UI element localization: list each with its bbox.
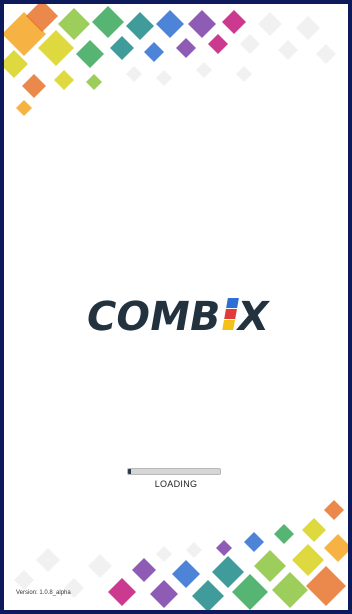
decor-diamond xyxy=(108,578,136,606)
decor-diamond xyxy=(86,74,102,90)
splash-screen: COMB X LOADING Version: 1.0.8_alpha xyxy=(0,0,352,614)
decor-diamond xyxy=(110,36,134,60)
decor-diamond xyxy=(126,12,154,40)
decor-diamond xyxy=(302,518,326,542)
decor-diamond xyxy=(172,560,200,588)
decor-diamond xyxy=(274,524,294,544)
decor-diamond xyxy=(54,70,74,90)
decor-diamond xyxy=(156,70,172,86)
decor-diamond xyxy=(278,40,298,60)
progress-bar-track xyxy=(127,468,221,475)
decor-diamond xyxy=(126,66,142,82)
decor-diamond xyxy=(216,540,232,556)
decor-diamond xyxy=(58,8,90,40)
decor-diamond xyxy=(196,62,212,78)
decor-diamond xyxy=(22,74,46,98)
decor-diamond xyxy=(244,532,264,552)
logo-block-blue xyxy=(226,298,239,308)
decor-diamond xyxy=(316,44,336,64)
decor-diamond xyxy=(292,544,324,576)
decor-diamond xyxy=(296,16,320,40)
decor-diamond xyxy=(76,40,104,68)
decor-diamond xyxy=(240,34,260,54)
decor-diamond xyxy=(272,572,308,608)
progress-bar-fill xyxy=(128,469,131,474)
decor-diamond xyxy=(236,66,252,82)
logo-block-yellow xyxy=(222,320,236,330)
loading-indicator: LOADING xyxy=(4,464,348,494)
decor-diamond xyxy=(324,500,344,520)
loading-label: LOADING xyxy=(154,479,198,489)
logo-block-red xyxy=(224,309,237,319)
decor-diamond xyxy=(186,542,202,558)
decor-diamond xyxy=(132,558,156,582)
decor-diamond xyxy=(254,550,286,582)
version-label: Version: 1.0.8_alpha xyxy=(16,590,71,596)
decor-diamond xyxy=(144,42,164,62)
decor-diamond xyxy=(258,12,282,36)
decor-diamond xyxy=(156,10,184,38)
combix-logo: COMB X xyxy=(4,286,348,346)
decor-diamond xyxy=(212,556,244,588)
decor-diamond xyxy=(156,546,172,562)
decor-diamond xyxy=(88,554,112,578)
decor-diamond xyxy=(36,548,60,572)
decor-diamond xyxy=(16,100,32,116)
top-decoration xyxy=(4,4,348,144)
decor-diamond xyxy=(92,6,124,38)
decor-diamond xyxy=(324,534,348,562)
decor-diamond xyxy=(192,580,224,610)
decor-diamond xyxy=(188,10,216,38)
logo-text-tail: X xyxy=(233,293,272,340)
decor-diamond xyxy=(14,570,34,590)
decor-diamond xyxy=(176,38,196,58)
decor-diamond xyxy=(222,10,246,34)
logo-text-lead: COMB xyxy=(82,293,224,340)
decor-diamond xyxy=(150,580,178,608)
decor-diamond xyxy=(232,574,268,610)
decor-diamond xyxy=(208,34,228,54)
